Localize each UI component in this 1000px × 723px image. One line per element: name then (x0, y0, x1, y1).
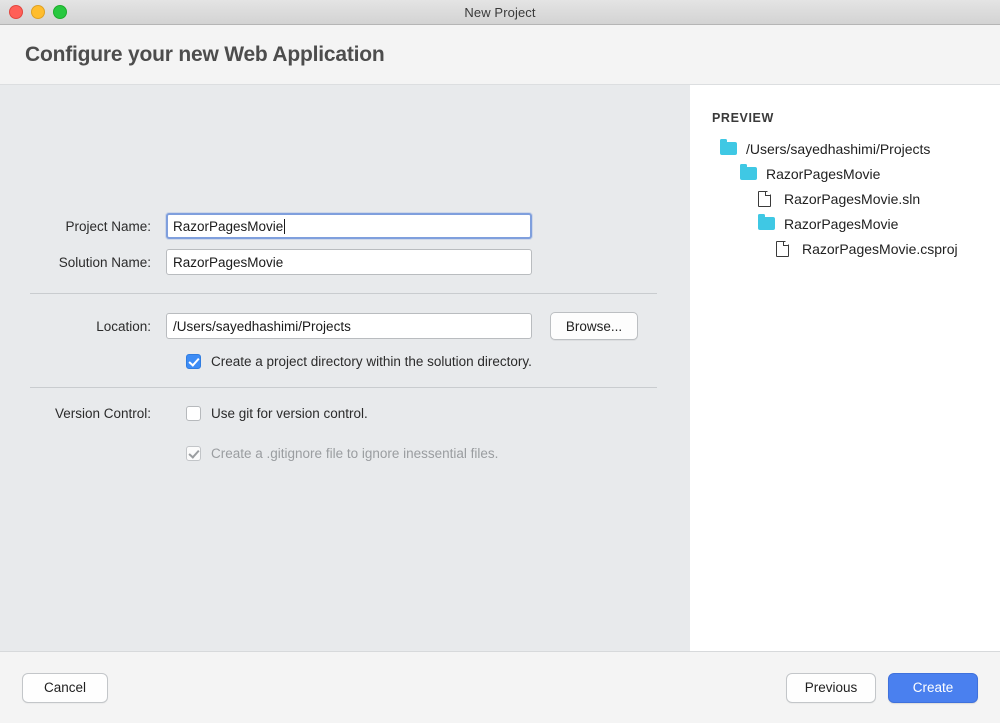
project-name-value: RazorPagesMovie (173, 219, 283, 234)
maximize-button[interactable] (53, 5, 67, 19)
previous-button[interactable]: Previous (786, 673, 876, 703)
tree-item: RazorPagesMovie (712, 161, 1000, 186)
gitignore-checkbox (186, 446, 201, 461)
section-divider-2 (30, 387, 657, 388)
location-label: Location: (0, 319, 166, 334)
dialog-footer: Cancel Previous Create (0, 652, 1000, 723)
close-button[interactable] (9, 5, 23, 19)
tree-item-label: RazorPagesMovie (784, 216, 898, 232)
use-git-row[interactable]: Use git for version control. (166, 406, 368, 421)
project-name-row: Project Name: RazorPagesMovie (0, 213, 690, 239)
browse-button[interactable]: Browse... (550, 312, 638, 340)
solution-name-value: RazorPagesMovie (173, 255, 283, 270)
section-divider-1 (30, 293, 657, 294)
tree-item-label: /Users/sayedhashimi/Projects (746, 141, 930, 157)
project-directory-row[interactable]: Create a project directory within the so… (0, 354, 690, 369)
location-value: /Users/sayedhashimi/Projects (173, 319, 351, 334)
project-name-label: Project Name: (0, 219, 166, 234)
tree-item-label: RazorPagesMovie.sln (784, 191, 920, 207)
location-input[interactable]: /Users/sayedhashimi/Projects (166, 313, 532, 339)
title-bar: New Project (0, 0, 1000, 25)
use-git-checkbox[interactable] (186, 406, 201, 421)
solution-name-input[interactable]: RazorPagesMovie (166, 249, 532, 275)
tree-item: RazorPagesMovie (712, 211, 1000, 236)
tree-item: /Users/sayedhashimi/Projects (712, 136, 1000, 161)
preview-panel: PREVIEW /Users/sayedhashimi/Projects Raz… (690, 85, 1000, 651)
minimize-button[interactable] (31, 5, 45, 19)
project-name-input[interactable]: RazorPagesMovie (166, 213, 532, 239)
configuration-panel: Project Name: RazorPagesMovie Solution N… (0, 85, 690, 651)
location-row: Location: /Users/sayedhashimi/Projects B… (0, 312, 690, 340)
gitignore-row: Create a .gitignore file to ignore iness… (0, 446, 690, 461)
dialog-body: Project Name: RazorPagesMovie Solution N… (0, 85, 1000, 652)
preview-heading: PREVIEW (712, 111, 1000, 125)
tree-item-label: RazorPagesMovie.csproj (802, 241, 958, 257)
folder-icon (720, 141, 738, 157)
project-directory-label: Create a project directory within the so… (211, 354, 532, 369)
page-title: Configure your new Web Application (25, 43, 385, 67)
gitignore-label: Create a .gitignore file to ignore iness… (211, 446, 498, 461)
tree-item-label: RazorPagesMovie (766, 166, 880, 182)
solution-name-label: Solution Name: (0, 255, 166, 270)
dialog-header: Configure your new Web Application (0, 25, 1000, 85)
solution-name-row: Solution Name: RazorPagesMovie (0, 249, 690, 275)
folder-icon (740, 166, 758, 182)
file-icon (758, 191, 776, 207)
tree-item: RazorPagesMovie.sln (712, 186, 1000, 211)
create-button[interactable]: Create (888, 673, 978, 703)
tree-item: RazorPagesMovie.csproj (712, 236, 1000, 261)
text-caret (284, 219, 285, 234)
version-control-label: Version Control: (0, 406, 166, 421)
cancel-button[interactable]: Cancel (22, 673, 108, 703)
file-icon (776, 241, 794, 257)
use-git-label: Use git for version control. (211, 406, 368, 421)
project-form: Project Name: RazorPagesMovie Solution N… (0, 213, 690, 461)
version-control-row: Version Control: Use git for version con… (0, 406, 690, 421)
folder-icon (758, 216, 776, 232)
window-title: New Project (0, 5, 1000, 20)
new-project-dialog: New Project Configure your new Web Appli… (0, 0, 1000, 723)
project-directory-checkbox[interactable] (186, 354, 201, 369)
window-controls (9, 0, 67, 24)
